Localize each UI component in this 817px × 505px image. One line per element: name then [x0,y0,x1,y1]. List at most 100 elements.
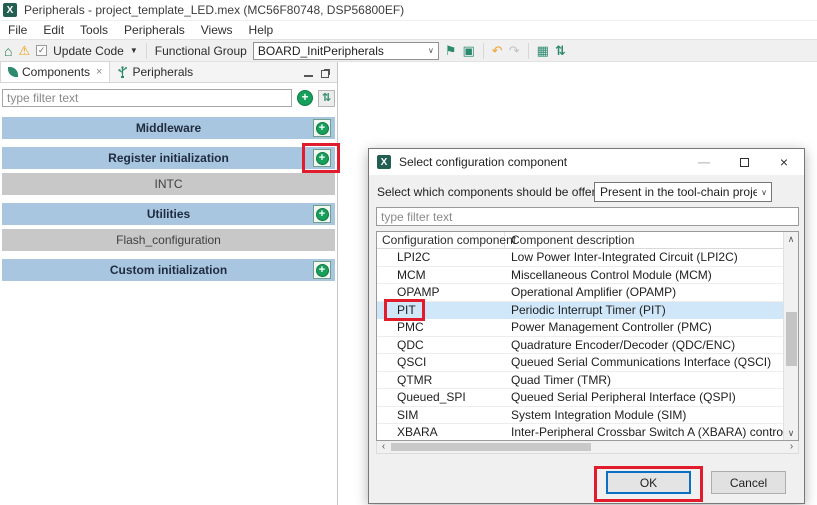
peripherals-icon [117,66,128,78]
group-custom-initialization[interactable]: Custom initialization + [2,259,335,281]
offer-select[interactable]: Present in the tool-chain project ∨ [594,182,772,202]
group-register-initialization[interactable]: Register initialization + [2,147,335,169]
app-icon: X [3,3,17,17]
scroll-up-icon[interactable]: ∧ [784,232,798,246]
component-cell: SIM [377,407,505,424]
group-label: Register initialization [108,151,229,165]
cancel-button[interactable]: Cancel [711,471,786,494]
table-horizontal-scrollbar[interactable]: ‹ › [376,441,799,454]
group-middleware[interactable]: Middleware + [2,117,335,139]
table-row-opamp[interactable]: OPAMP Operational Amplifier (OPAMP) [377,284,798,302]
add-custom-initialization-button[interactable]: + [313,261,331,279]
panel-controls [304,70,337,82]
flag-icon[interactable]: ⚑ [445,44,457,57]
component-item-intc[interactable]: INTC [2,173,335,195]
description-cell: Miscellaneous Control Module (MCM) [505,267,798,284]
offer-select-value: Present in the tool-chain project [600,185,757,199]
description-cell: Quad Timer (TMR) [505,372,798,389]
restore-panel-icon[interactable] [321,70,329,78]
table-row-lpi2c[interactable]: LPI2C Low Power Inter-Integrated Circuit… [377,249,798,267]
plus-icon: + [316,208,329,221]
group-label: Utilities [147,207,190,221]
menu-edit[interactable]: Edit [35,23,72,37]
menu-help[interactable]: Help [241,23,282,37]
description-cell: Queued Serial Communications Interface (… [505,354,798,371]
components-filter-row: + ⇅ [2,89,335,107]
sort-order-icon[interactable]: ⇅ [555,44,566,57]
menu-bar: File Edit Tools Peripherals Views Help [0,20,817,39]
scroll-left-icon[interactable]: ‹ [377,441,390,453]
menu-views[interactable]: Views [193,23,241,37]
minimize-icon: — [684,149,724,175]
table-row-mcm[interactable]: MCM Miscellaneous Control Module (MCM) [377,267,798,285]
warning-icon[interactable]: ⚠ [18,44,30,57]
functional-group-select[interactable]: BOARD_InitPeripherals ∨ [253,42,439,60]
menu-tools[interactable]: Tools [72,23,116,37]
table-row-sim[interactable]: SIM System Integration Module (SIM) [377,407,798,425]
functional-group-value: BOARD_InitPeripherals [258,44,424,58]
tab-components[interactable]: Components × [0,61,110,82]
component-cell: QTMR [377,372,505,389]
add-utilities-button[interactable]: + [313,205,331,223]
offer-row: Select which components should be offere… [377,181,796,203]
table-row-pmc[interactable]: PMC Power Management Controller (PMC) [377,319,798,337]
description-cell: Periodic Interrupt Timer (PIT) [505,302,798,319]
dialog-titlebar: X Select configuration component — × [369,149,804,175]
dialog-title: Select configuration component [399,155,676,169]
window-titlebar: X Peripherals - project_template_LED.mex… [0,0,817,20]
update-code-caret-icon[interactable]: ▼ [130,46,138,55]
group-utilities[interactable]: Utilities + [2,203,335,225]
scrollbar-thumb[interactable] [391,443,591,451]
toolbar-separator [483,43,484,59]
table-row-xbara[interactable]: XBARA Inter-Peripheral Crossbar Switch A… [377,424,798,441]
component-grid-icon[interactable]: ▦ [537,44,549,57]
tab-peripherals[interactable]: Peripherals [110,61,200,82]
description-cell: System Integration Module (SIM) [505,407,798,424]
update-code-checkbox[interactable]: ✓ [36,45,47,56]
annotation-add-register-initialization [302,143,340,173]
component-table: Configuration component Component descri… [376,231,799,441]
component-item-flash-configuration[interactable]: Flash_configuration [2,229,335,251]
undo-icon[interactable]: ↶ [492,44,503,57]
components-filter-input[interactable] [2,89,292,107]
scrollbar-thumb[interactable] [786,312,797,366]
close-icon[interactable]: × [764,149,804,175]
menu-peripherals[interactable]: Peripherals [116,23,193,37]
scroll-down-icon[interactable]: ∨ [784,426,798,440]
table-row-pit[interactable]: PIT Periodic Interrupt Timer (PIT) [377,302,798,320]
components-panel: Components × Peripherals + ⇅ Middleware [0,62,338,505]
close-icon[interactable]: × [96,66,102,78]
maximize-icon[interactable] [724,149,764,175]
menu-file[interactable]: File [0,23,35,37]
scroll-right-icon[interactable]: › [785,441,798,453]
component-cell: LPI2C [377,249,505,266]
dialog-app-icon: X [377,155,391,169]
redo-icon: ↷ [509,44,520,57]
description-cell: Inter-Peripheral Crossbar Switch A (XBAR… [505,424,798,441]
add-middleware-button[interactable]: + [313,119,331,137]
minimize-panel-icon[interactable] [304,70,313,77]
toolbar-separator [528,43,529,59]
description-cell: Power Management Controller (PMC) [505,319,798,336]
window-title: Peripherals - project_template_LED.mex (… [24,3,404,17]
group-label: Custom initialization [110,263,227,277]
dialog-filter-input[interactable] [376,207,799,226]
functional-group-label: Functional Group [155,44,247,58]
table-vertical-scrollbar[interactable]: ∧ ∨ [783,232,798,440]
table-row-qtmr[interactable]: QTMR Quad Timer (TMR) [377,372,798,390]
update-code-label[interactable]: Update Code [53,44,124,58]
home-icon[interactable]: ⌂ [4,44,12,58]
column-configuration-component[interactable]: Configuration component [377,232,505,248]
add-component-icon[interactable]: + [297,90,313,106]
component-cell: XBARA [377,424,505,441]
table-row-qsci[interactable]: QSCI Queued Serial Communications Interf… [377,354,798,372]
toolbar-separator [146,43,147,59]
component-cell: QSCI [377,354,505,371]
sort-components-icon[interactable]: ⇅ [318,90,335,107]
table-row-queued-spi[interactable]: Queued_SPI Queued Serial Peripheral Inte… [377,389,798,407]
component-cell: MCM [377,267,505,284]
code-preview-icon[interactable]: ▣ [462,44,474,57]
table-row-qdc[interactable]: QDC Quadrature Encoder/Decoder (QDC/ENC) [377,337,798,355]
column-component-description[interactable]: Component description [505,232,798,248]
components-group-list: Middleware + Register initialization + I… [0,117,337,281]
